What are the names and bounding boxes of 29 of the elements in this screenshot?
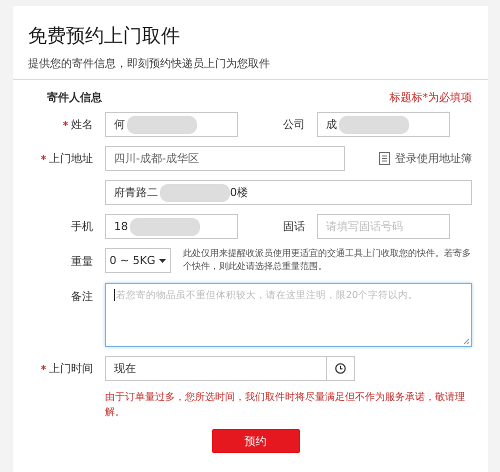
input-field[interactable]: 18 [105, 214, 238, 239]
field-label: 备注 [71, 289, 93, 304]
clock-icon [335, 363, 346, 374]
input-field[interactable]: 府青路二 0楼 [105, 180, 472, 205]
weight-dropdown[interactable]: 0 ~ 5KG [105, 248, 171, 273]
field-label: 姓名 [71, 117, 93, 132]
field-label: 重量 [71, 254, 93, 269]
page-title: 免费预约上门取件 [28, 24, 181, 48]
weight-hint: 此处仅用来提醒收派员使用更适宜的交通工具上门收取您的快件。若寄多个快件，则此处请选择总重量范围。 [183, 248, 472, 274]
page-subtitle: 提供您的寄件信息，即刻预约快递员上门为您取件 [28, 56, 271, 71]
address-book-link[interactable]: 登录使用地址簿 [379, 151, 472, 166]
input-field[interactable]: 四川-成都-成华区 [105, 146, 345, 171]
submit-button[interactable]: 预约 [212, 429, 300, 453]
field-label: 固话 [283, 219, 305, 234]
required-note: 标题标*为必填项 [390, 90, 472, 104]
field-label: 公司 [283, 117, 305, 132]
section-title: 寄件人信息 [46, 90, 102, 104]
field-label: 手机 [71, 219, 93, 234]
list-icon [379, 152, 390, 165]
resize-grip-icon[interactable] [463, 338, 470, 345]
time-warning: 由于订单量过多，您所选时间，我们取件时将尽量满足但不作为服务承诺，敬请理解。 [105, 390, 466, 420]
text-cursor [114, 289, 115, 301]
field-label: 上门时间 [49, 361, 93, 376]
time-field[interactable]: 现在 [105, 356, 326, 381]
field-label: 上门地址 [49, 151, 93, 166]
caret-icon [159, 258, 166, 262]
time-picker-button[interactable] [326, 356, 355, 381]
input-field[interactable]: 成 [317, 112, 450, 137]
input-field[interactable]: 何 [105, 112, 238, 137]
